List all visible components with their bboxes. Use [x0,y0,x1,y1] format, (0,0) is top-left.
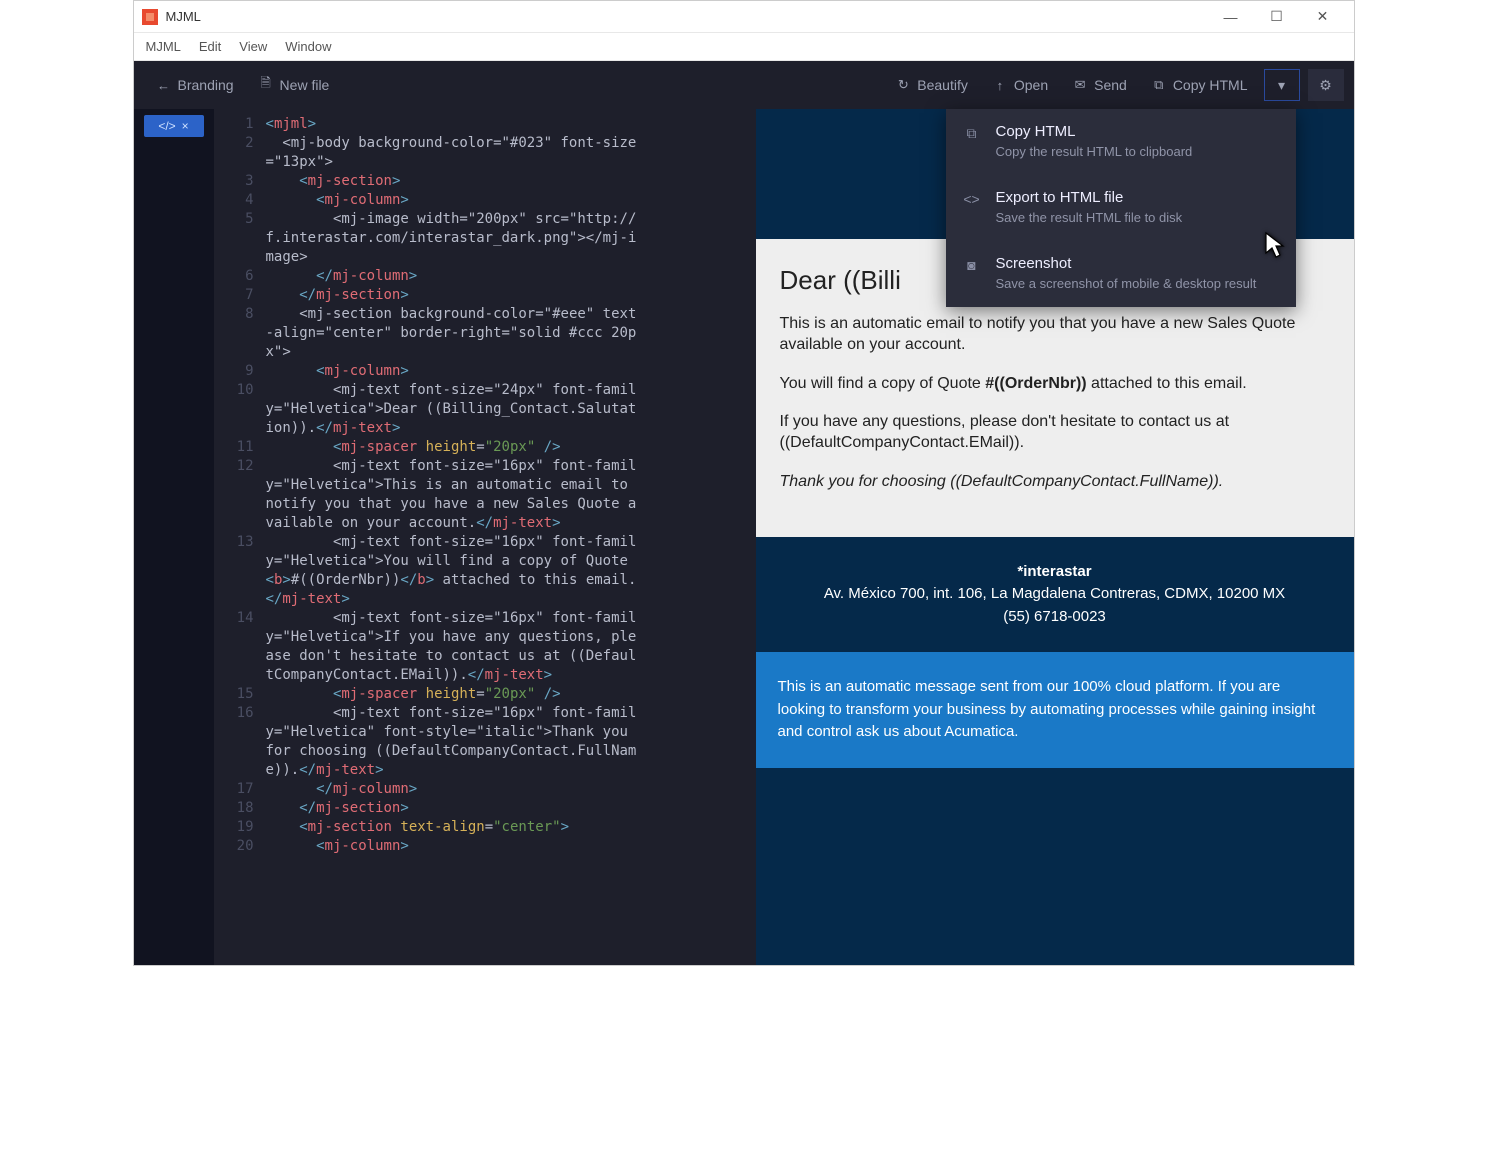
beautify-button[interactable]: ↻ Beautify [883,69,980,101]
preview-paragraph: You will find a copy of Quote #((OrderNb… [780,374,1330,395]
new-file-button[interactable]: 🗎 New file [246,69,342,101]
menubar: MJML Edit View Window [134,33,1354,61]
gear-icon: ⚙ [1319,77,1332,94]
app-window: MJML — ☐ ✕ MJML Edit View Window ← Brand… [133,0,1355,966]
close-icon[interactable]: × [182,119,189,133]
new-file-label: New file [280,77,330,93]
file-tabs-gutter: </> × [134,109,214,965]
toolbar: ← Branding 🗎 New file ↻ Beautify ↑ Open … [134,61,1354,109]
code-content[interactable]: <mjml> <mj-body background-color="#023" … [266,109,756,965]
copy-icon: ⧉ [962,123,982,161]
preview-footer: *interastar Av. México 700, int. 106, La… [756,537,1354,653]
copy-html-dropdown: ⧉ Copy HTML Copy the result HTML to clip… [946,109,1296,307]
preview-paragraph: If you have any questions, please don't … [780,412,1330,454]
code-icon: <> [962,189,982,227]
copy-html-button[interactable]: ⧉ Copy HTML [1139,69,1260,101]
code-editor[interactable]: 1234567891011121314151617181920 <mjml> <… [214,109,756,965]
upload-icon: ↑ [992,77,1008,93]
send-button[interactable]: ✉ Send [1060,69,1139,101]
menu-window[interactable]: Window [285,39,331,54]
back-label: Branding [178,77,234,93]
preview-paragraph: Thank you for choosing ((DefaultCompanyC… [780,472,1330,493]
code-icon: </> [158,119,175,133]
beautify-label: Beautify [917,77,968,93]
camera-icon: ◙ [962,255,982,293]
refresh-icon: ↻ [895,77,911,93]
menu-edit[interactable]: Edit [199,39,221,54]
dropdown-subtitle: Copy the result HTML to clipboard [996,144,1193,161]
open-button[interactable]: ↑ Open [980,69,1060,101]
window-titlebar: MJML — ☐ ✕ [134,1,1354,33]
copy-html-label: Copy HTML [1173,77,1248,93]
send-label: Send [1094,77,1127,93]
dropdown-item-copy-html[interactable]: ⧉ Copy HTML Copy the result HTML to clip… [946,109,1296,175]
app-body: ← Branding 🗎 New file ↻ Beautify ↑ Open … [134,61,1354,965]
dropdown-title: Copy HTML [996,123,1193,140]
window-maximize-button[interactable]: ☐ [1254,1,1300,33]
dropdown-subtitle: Save a screenshot of mobile & desktop re… [996,276,1257,293]
chevron-down-icon: ▾ [1278,77,1285,94]
preview-paragraph: This is an automatic email to notify you… [780,314,1330,356]
arrow-left-icon: ← [156,77,172,93]
file-tab-active[interactable]: </> × [144,115,204,137]
app-icon [142,9,158,25]
copy-html-dropdown-toggle[interactable]: ▾ [1264,69,1300,101]
dropdown-item-screenshot[interactable]: ◙ Screenshot Save a screenshot of mobile… [946,241,1296,307]
file-icon: 🗎 [258,77,274,93]
dropdown-title: Export to HTML file [996,189,1183,206]
window-minimize-button[interactable]: — [1208,1,1254,33]
line-number-gutter: 1234567891011121314151617181920 [214,109,266,965]
dropdown-item-export-html[interactable]: <> Export to HTML file Save the result H… [946,175,1296,241]
menu-view[interactable]: View [239,39,267,54]
dropdown-subtitle: Save the result HTML file to disk [996,210,1183,227]
window-title: MJML [166,9,201,24]
open-label: Open [1014,77,1048,93]
copy-icon: ⧉ [1151,77,1167,93]
preview-cta: This is an automatic message sent from o… [756,652,1354,768]
back-button[interactable]: ← Branding [144,69,246,101]
window-close-button[interactable]: ✕ [1300,1,1346,33]
mail-icon: ✉ [1072,77,1088,93]
dropdown-title: Screenshot [996,255,1257,272]
menu-mjml[interactable]: MJML [146,39,181,54]
settings-button[interactable]: ⚙ [1308,69,1344,101]
